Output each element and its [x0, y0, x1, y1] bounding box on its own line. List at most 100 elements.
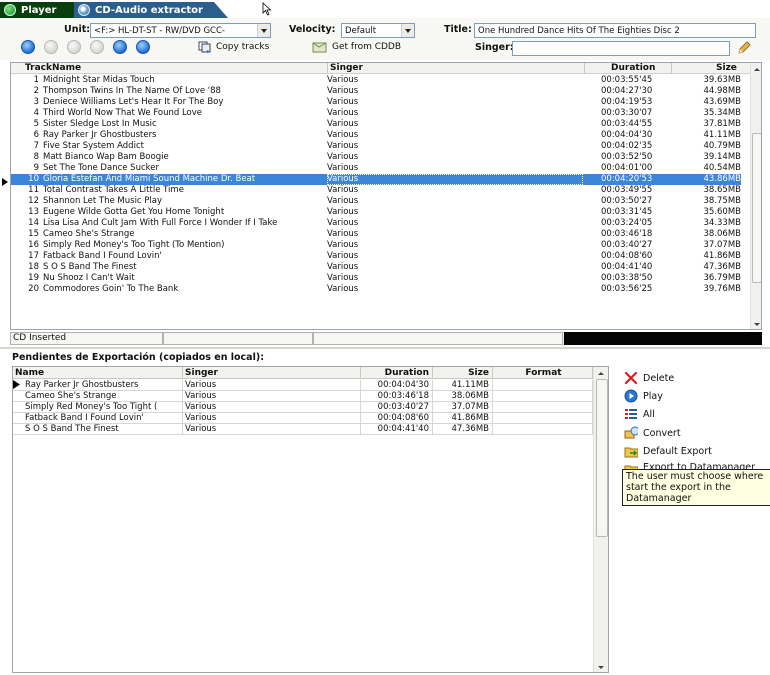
get-from-cddb-button[interactable]: Get from CDDB — [312, 41, 401, 53]
panel-splitter[interactable] — [0, 347, 770, 349]
scroll-up-arrow-icon[interactable] — [595, 367, 608, 379]
title-input-value: One Hundred Dance Hits Of The Eighties D… — [478, 25, 680, 36]
column-divider[interactable] — [671, 63, 672, 74]
export-size-cell: 41.11MB — [433, 380, 493, 391]
track-row[interactable]: 7 Five Star System Addict Various 00:04:02'… — [11, 141, 741, 152]
track-row[interactable]: 9 Set The Tone Dance Sucker Various 00:04:0… — [11, 163, 741, 174]
play-disc-icon[interactable] — [21, 40, 35, 54]
record-icon[interactable] — [90, 40, 104, 54]
track-row[interactable]: 4 Third World Now That We Found Love Vario… — [11, 108, 741, 119]
scroll-down-arrow-icon[interactable] — [751, 318, 761, 329]
velocity-select[interactable]: Default — [341, 23, 415, 38]
export-col-singer-header[interactable]: Singer — [183, 367, 361, 379]
eject-icon[interactable] — [113, 40, 127, 54]
export-col-size-header[interactable]: Size — [433, 367, 493, 379]
track-duration-cell: 00:04:41'40 — [601, 262, 653, 272]
export-col-name-header[interactable]: Name — [13, 367, 183, 379]
export-row[interactable]: Cameo She's Strange Various 00:03:46'18 38.… — [13, 391, 593, 402]
track-row[interactable]: 6 Ray Parker Jr Ghostbusters Various 00:04:… — [11, 130, 741, 141]
track-name: Simply Red Money's Too Tight (To Mention… — [43, 240, 225, 250]
title-input[interactable]: One Hundred Dance Hits Of The Eighties D… — [474, 23, 756, 38]
track-number: 4 — [33, 108, 39, 118]
export-list-scrollbar[interactable] — [593, 367, 608, 672]
scroll-down-arrow-icon[interactable] — [595, 661, 608, 672]
track-row[interactable]: 17 Fatback Band I Found Lovin' Various 00:0… — [11, 251, 741, 262]
track-row[interactable]: 2 Thompson Twins In The Name Of Love '88 V… — [11, 86, 741, 97]
track-size-cell: 34.33MB — [703, 218, 742, 228]
track-size-cell: 36.79MB — [703, 273, 742, 283]
column-divider[interactable] — [327, 63, 328, 74]
delete-button[interactable]: Delete — [624, 371, 674, 385]
track-number: 9 — [33, 163, 39, 173]
track-name: Shannon Let The Music Play — [43, 196, 163, 206]
track-size-cell: 35.34MB — [703, 108, 742, 118]
track-name: Midnight Star Midas Touch — [43, 75, 155, 85]
export-singer-cell: Various — [183, 424, 361, 435]
tab-player[interactable]: Player — [0, 2, 74, 18]
export-col-duration-header[interactable]: Duration — [361, 367, 433, 379]
export-duration-cell: 00:04:04'30 — [361, 380, 433, 391]
track-number: 7 — [33, 141, 39, 151]
pencil-edit-icon[interactable] — [737, 41, 751, 55]
status-panel-3 — [313, 332, 563, 345]
default-export-button[interactable]: Default Export — [624, 444, 712, 458]
track-size-cell: 44.98MB — [703, 86, 742, 96]
export-name-cell: Ray Parker Jr Ghostbusters — [13, 380, 183, 391]
tab-cd-audio-extractor[interactable]: CD-Audio extractor — [74, 2, 228, 18]
export-list: Name Singer Duration Size Format Ray Par… — [12, 366, 609, 673]
export-col-format-header[interactable]: Format — [493, 367, 593, 379]
track-row[interactable]: 11 Total Contrast Takes A Little Time Vari… — [11, 185, 741, 196]
track-row[interactable]: 18 S O S Band The Finest Various 00:04:41'4… — [11, 262, 741, 273]
col-size-header[interactable]: Size — [716, 63, 737, 74]
track-name: Deniece Williams Let's Hear It For The B… — [43, 97, 224, 107]
copy-tracks-button[interactable]: Copy tracks — [198, 41, 269, 53]
col-track-header[interactable]: Track — [25, 63, 52, 74]
track-number: 2 — [33, 86, 39, 96]
track-row[interactable]: 15 Cameo She's Strange Various 00:03:46'18 3… — [11, 229, 741, 240]
export-row[interactable]: Simply Red Money's Too Tight (Various 00:… — [13, 402, 593, 413]
track-row[interactable]: 13 Eugene Wilde Gotta Get You Home Tonigh… — [11, 207, 741, 218]
scrollbar-thumb[interactable] — [596, 379, 608, 537]
col-duration-header[interactable]: Duration — [611, 63, 655, 74]
track-row[interactable]: 12 Shannon Let The Music Play Various 00:03… — [11, 196, 741, 207]
track-size-cell: 40.54MB — [703, 163, 742, 173]
track-row[interactable]: 20 Commodores Goin' To The Bank Various 00:… — [11, 284, 741, 295]
track-row[interactable]: 3 Deniece Williams Let's Hear It For The … — [11, 97, 741, 108]
col-name-header[interactable]: Name — [52, 63, 81, 74]
export-format-cell — [493, 391, 593, 402]
play-button[interactable]: Play — [624, 389, 663, 403]
track-list-scrollbar[interactable] — [750, 63, 761, 329]
track-row[interactable]: 10 Gloria Estefan And Miami Sound Machine… — [11, 174, 741, 185]
export-row[interactable]: S O S Band The Finest Various 00:04:41'40 4… — [13, 424, 593, 435]
export-format-cell — [493, 424, 593, 435]
export-row[interactable]: Fatback Band I Found Lovin' Various 00:04:… — [13, 413, 593, 424]
track-row[interactable]: 8 Matt Bianco Wap Bam Boogie Various 00:03:… — [11, 152, 741, 163]
track-duration-cell: 00:03:52'50 — [601, 152, 653, 162]
export-row[interactable]: Ray Parker Jr Ghostbusters Various 00:04:0… — [13, 380, 593, 391]
chevron-down-icon[interactable] — [401, 24, 414, 37]
singer-input[interactable] — [512, 41, 730, 56]
tab-strip: Player CD-Audio extractor — [0, 0, 770, 18]
pause-icon[interactable] — [44, 40, 58, 54]
track-row[interactable]: 19 Nu Shooz I Can't Wait Various 00:03:38'5… — [11, 273, 741, 284]
export-size-cell: 38.06MB — [433, 391, 493, 402]
tab-cd-label: CD-Audio extractor — [95, 4, 203, 16]
track-row[interactable]: 16 Simply Red Money's Too Tight (To Menti… — [11, 240, 741, 251]
refresh-icon[interactable] — [136, 40, 150, 54]
track-size-cell: 38.06MB — [703, 229, 742, 239]
track-row[interactable]: 14 Lisa Lisa And Cult Jam With Full Force… — [11, 218, 741, 229]
stop-icon[interactable] — [67, 40, 81, 54]
convert-button[interactable]: Convert — [624, 426, 681, 440]
track-number: 13 — [28, 207, 39, 217]
col-singer-header[interactable]: Singer — [330, 63, 363, 74]
track-row[interactable]: 5 Sister Sledge Lost In Music Various 00:03… — [11, 119, 741, 130]
track-name-cell: 13 Eugene Wilde Gotta Get You Home Tonigh… — [15, 207, 327, 218]
scroll-up-arrow-icon[interactable] — [751, 63, 761, 74]
track-row[interactable]: 1 Midnight Star Midas Touch Various 00:03:5… — [11, 75, 741, 86]
chevron-down-icon[interactable] — [257, 24, 270, 37]
export-singer-cell: Various — [183, 402, 361, 413]
select-all-button[interactable]: All — [624, 407, 655, 421]
column-divider[interactable] — [584, 63, 585, 74]
scrollbar-thumb[interactable] — [752, 133, 761, 283]
unit-select[interactable]: <F:> HL-DT-ST - RW/DVD GCC- — [90, 23, 271, 38]
